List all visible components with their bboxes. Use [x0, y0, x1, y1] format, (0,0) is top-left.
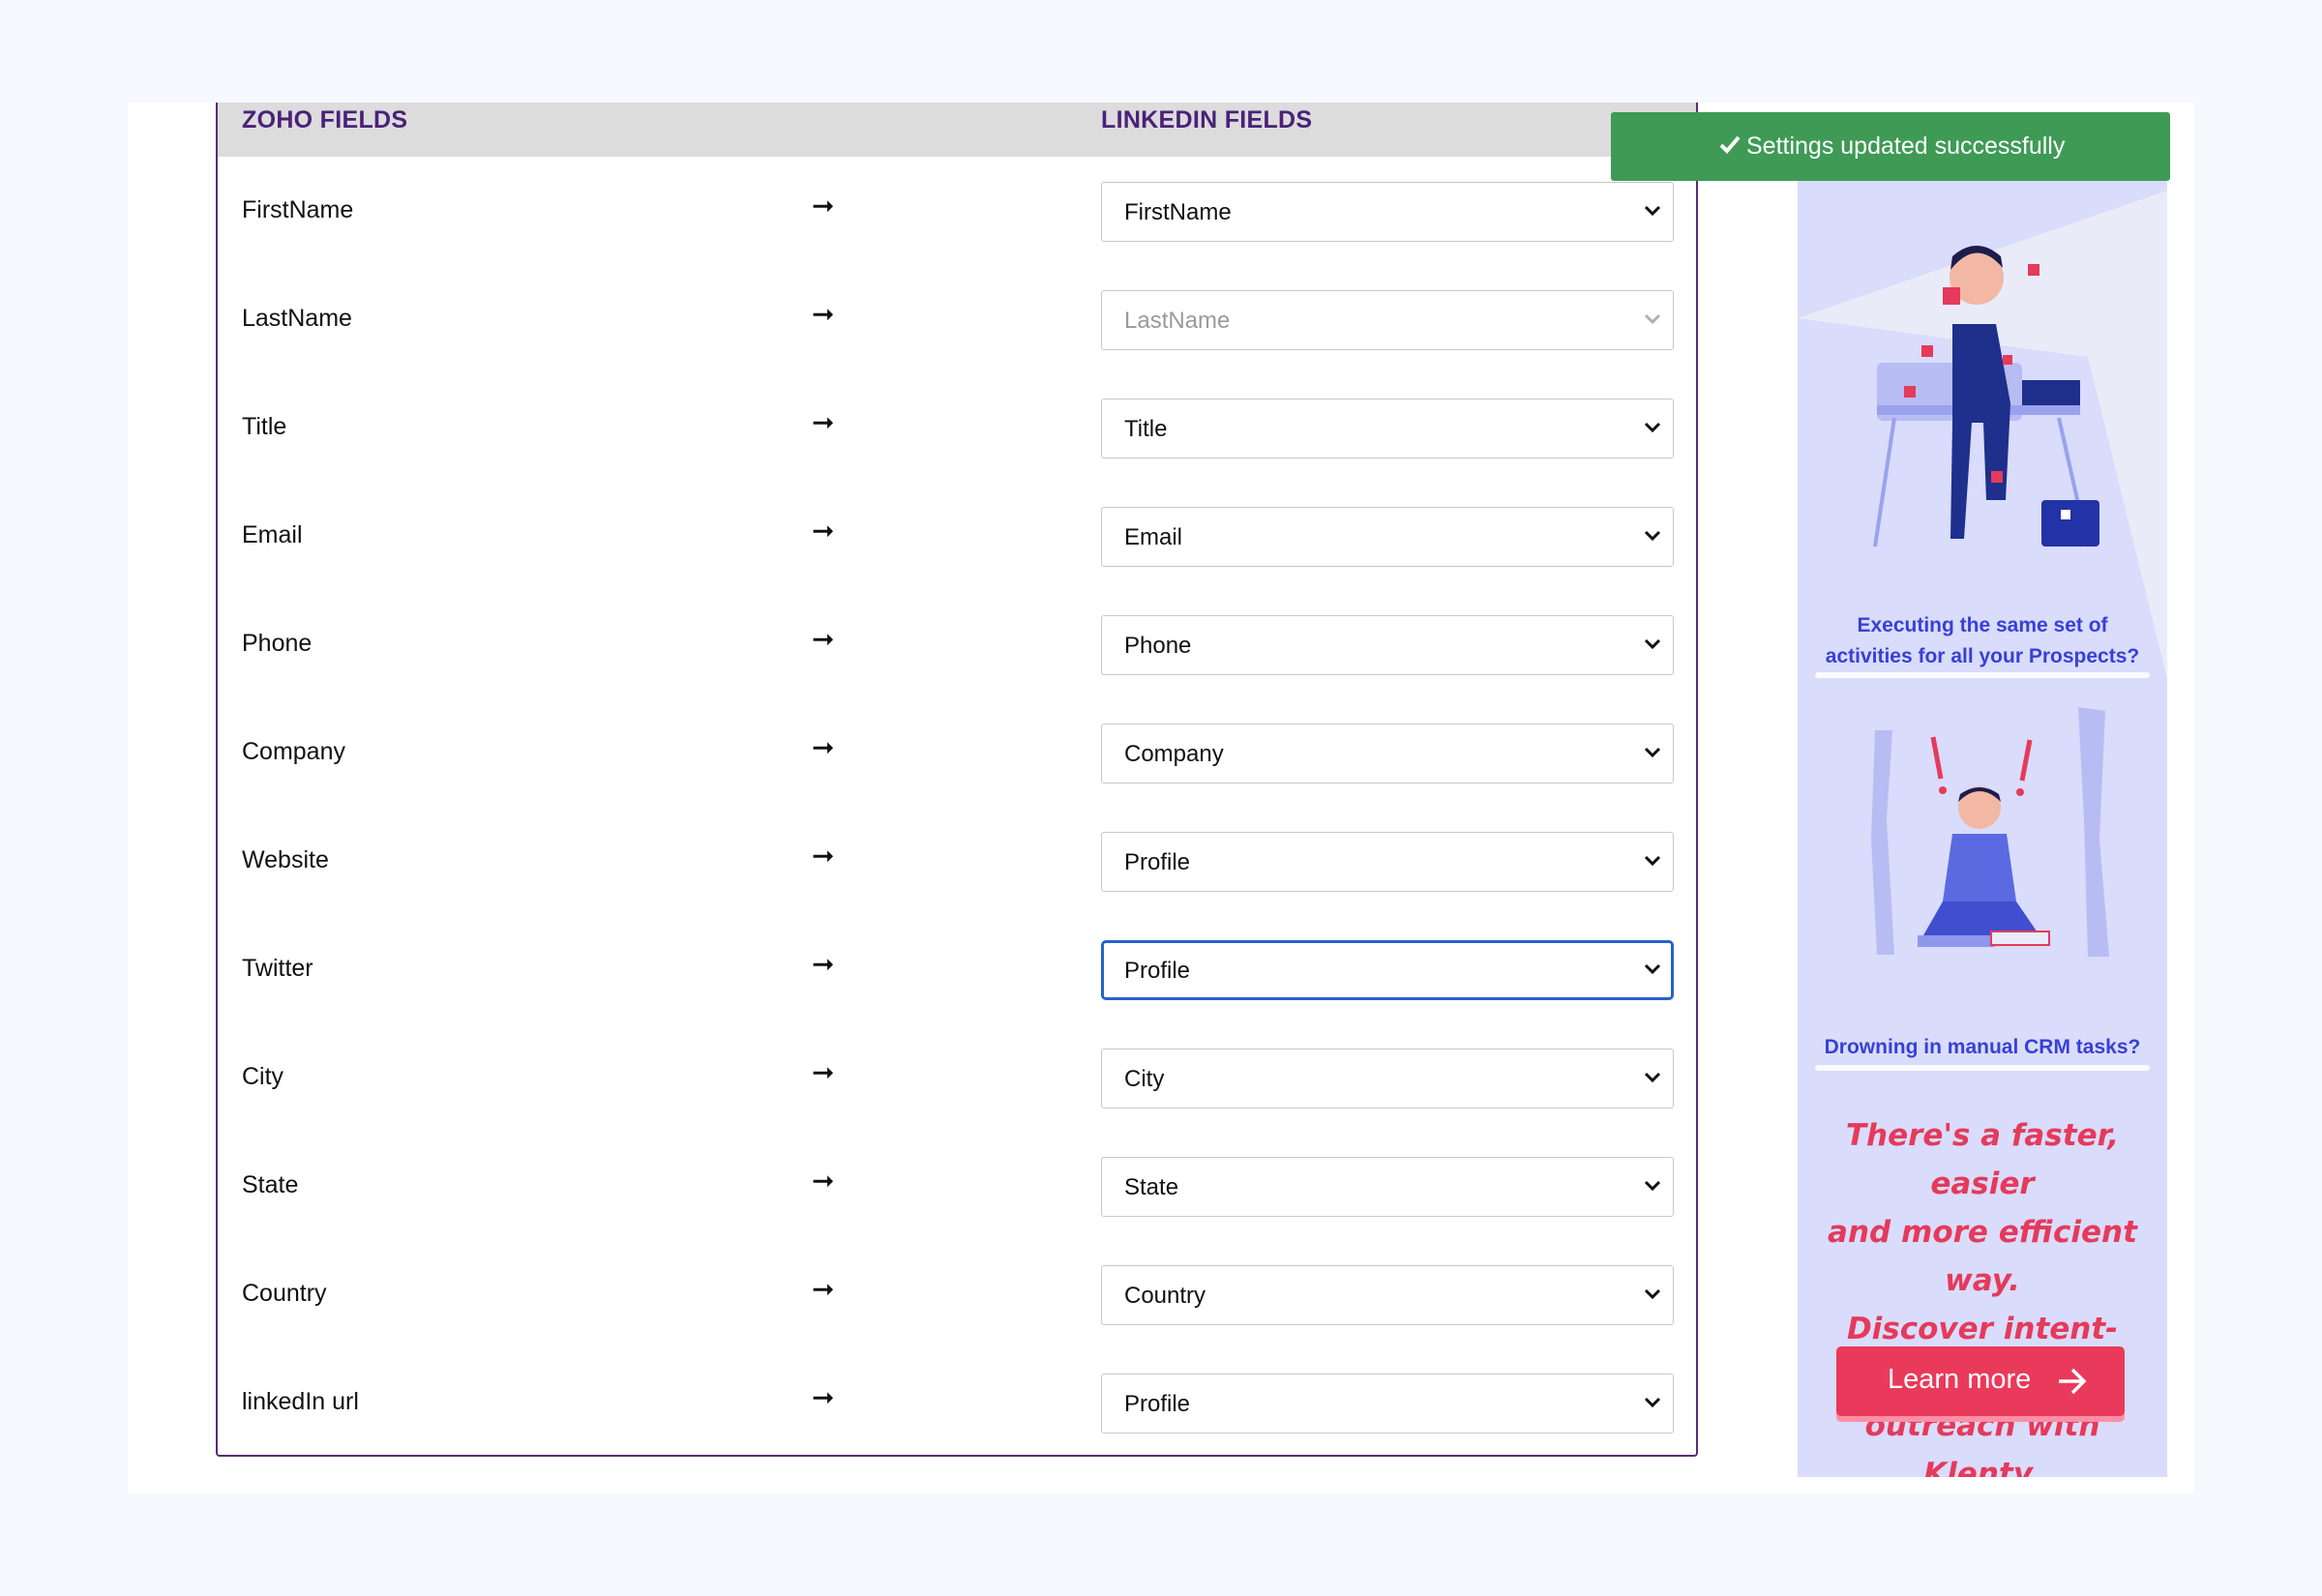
zoho-field-label: Twitter	[242, 955, 313, 982]
selected-value: FirstName	[1124, 199, 1232, 225]
linkedin-field-select[interactable]: Profile	[1101, 940, 1674, 1000]
linkedin-fields-header: LINKEDIN FIELDS	[1101, 106, 1313, 133]
selected-value: Profile	[1124, 849, 1191, 875]
mapping-arrow-icon: ➞	[812, 624, 835, 654]
zoho-field-label: linkedIn url	[242, 1388, 359, 1415]
mapping-row: City ➞ City	[218, 1049, 1696, 1108]
arrow-right-icon	[2059, 1368, 2087, 1395]
chevron-down-icon	[1644, 422, 1661, 433]
linkedin-field-select[interactable]: Email	[1101, 507, 1674, 567]
ad-caption-prospects: Executing the same set of activities for…	[1815, 610, 2150, 672]
zoho-field-label: City	[242, 1063, 284, 1090]
learn-more-label: Learn more	[1888, 1364, 2032, 1395]
mapping-arrow-icon: ➞	[812, 191, 835, 221]
mapping-row: Title ➞ Title	[218, 399, 1696, 458]
zoho-field-label: LastName	[242, 305, 352, 332]
linkedin-field-select[interactable]: Profile	[1101, 1374, 1674, 1433]
checkmark-icon	[1719, 135, 1741, 154]
mapping-arrow-icon: ➞	[812, 1382, 835, 1412]
linkedin-field-select[interactable]: Phone	[1101, 615, 1674, 675]
linkedin-field-select[interactable]: Title	[1101, 399, 1674, 458]
selected-value: Email	[1124, 524, 1183, 550]
zoho-field-label: Phone	[242, 630, 313, 657]
mapping-row: Country ➞ Country	[218, 1265, 1696, 1325]
selected-value: Company	[1124, 741, 1224, 767]
stressed-businessman-illustration	[1798, 191, 2167, 679]
chevron-down-icon	[1644, 963, 1661, 975]
linkedin-field-select[interactable]: State	[1101, 1157, 1674, 1217]
mapping-row: Email ➞ Email	[218, 507, 1696, 567]
selected-value: City	[1124, 1066, 1165, 1092]
mapping-arrow-icon: ➞	[812, 299, 835, 329]
selected-value: Country	[1124, 1283, 1206, 1309]
mapping-row: Phone ➞ Phone	[218, 615, 1696, 675]
klenty-ad-banner[interactable]: Executing the same set of activities for…	[1798, 181, 2167, 1477]
mapping-arrow-icon: ➞	[812, 1057, 835, 1087]
chevron-down-icon	[1644, 1288, 1661, 1300]
caption-underline	[1815, 1065, 2150, 1071]
mapping-row: State ➞ State	[218, 1157, 1696, 1217]
pitch-line: and more efficient way.	[1828, 1215, 2137, 1298]
zoho-field-label: Country	[242, 1280, 327, 1307]
toast-message: Settings updated successfully	[1746, 133, 2066, 160]
linkedin-field-select[interactable]: FirstName	[1101, 182, 1674, 242]
mapping-row: Website ➞ Profile	[218, 832, 1696, 892]
chevron-down-icon	[1644, 1180, 1661, 1192]
selected-value: Profile	[1124, 958, 1191, 984]
mapping-arrow-icon: ➞	[812, 516, 835, 546]
ad-pitch-text: There's a faster, easier and more effici…	[1807, 1111, 2158, 1477]
zoho-field-label: Email	[242, 521, 303, 548]
field-mapping-table: ZOHO FIELDS LINKEDIN FIELDS FirstName ➞ …	[216, 103, 1698, 1457]
zoho-field-label: FirstName	[242, 196, 354, 223]
linkedin-field-select[interactable]: LastName	[1101, 290, 1674, 350]
chevron-down-icon	[1644, 313, 1661, 325]
linkedin-field-select[interactable]: Country	[1101, 1265, 1674, 1325]
ad-caption-crm: Drowning in manual CRM tasks?	[1815, 1032, 2150, 1063]
linkedin-field-select[interactable]: Profile	[1101, 832, 1674, 892]
mapping-row: LastName ➞ LastName	[218, 290, 1696, 350]
caption-underline	[1815, 672, 2150, 678]
selected-value: LastName	[1124, 308, 1231, 334]
mapping-arrow-icon: ➞	[812, 1274, 835, 1304]
mapping-arrow-icon: ➞	[812, 1166, 835, 1196]
pitch-line: There's a faster, easier	[1845, 1118, 2120, 1201]
linkedin-field-select[interactable]: City	[1101, 1049, 1674, 1108]
brand-name: Klenty.	[1923, 1457, 2041, 1477]
zoho-field-label: Website	[242, 846, 329, 873]
mapping-arrow-icon: ➞	[812, 407, 835, 437]
zoho-field-label: Title	[242, 413, 287, 440]
chevron-down-icon	[1644, 1072, 1661, 1083]
selected-value: State	[1124, 1174, 1179, 1200]
zoho-field-label: Company	[242, 738, 345, 765]
chevron-down-icon	[1644, 747, 1661, 758]
chevron-down-icon	[1644, 855, 1661, 867]
selected-value: Phone	[1124, 633, 1192, 659]
learn-more-button[interactable]: Learn more	[1836, 1346, 2125, 1416]
zoho-fields-header: ZOHO FIELDS	[242, 106, 408, 133]
selected-value: Title	[1124, 416, 1168, 442]
mapping-arrow-icon: ➞	[812, 732, 835, 762]
chevron-down-icon	[1644, 638, 1661, 650]
chevron-down-icon	[1644, 1397, 1661, 1408]
linkedin-field-select[interactable]: Company	[1101, 724, 1674, 783]
success-toast: Settings updated successfully	[1611, 112, 2170, 181]
chevron-down-icon	[1644, 530, 1661, 542]
selected-value: Profile	[1124, 1391, 1191, 1417]
zoho-field-label: State	[242, 1171, 299, 1198]
mapping-row: FirstName ➞ FirstName	[218, 182, 1696, 242]
overwhelmed-person-illustration	[1871, 707, 2109, 957]
mapping-row: linkedIn url ➞ Profile	[218, 1374, 1696, 1433]
mapping-header-row: ZOHO FIELDS LINKEDIN FIELDS	[218, 103, 1696, 157]
mapping-arrow-icon: ➞	[812, 949, 835, 979]
chevron-down-icon	[1644, 205, 1661, 217]
mapping-arrow-icon: ➞	[812, 841, 835, 871]
mapping-row: Company ➞ Company	[218, 724, 1696, 783]
mapping-row: Twitter ➞ Profile	[218, 940, 1696, 1000]
